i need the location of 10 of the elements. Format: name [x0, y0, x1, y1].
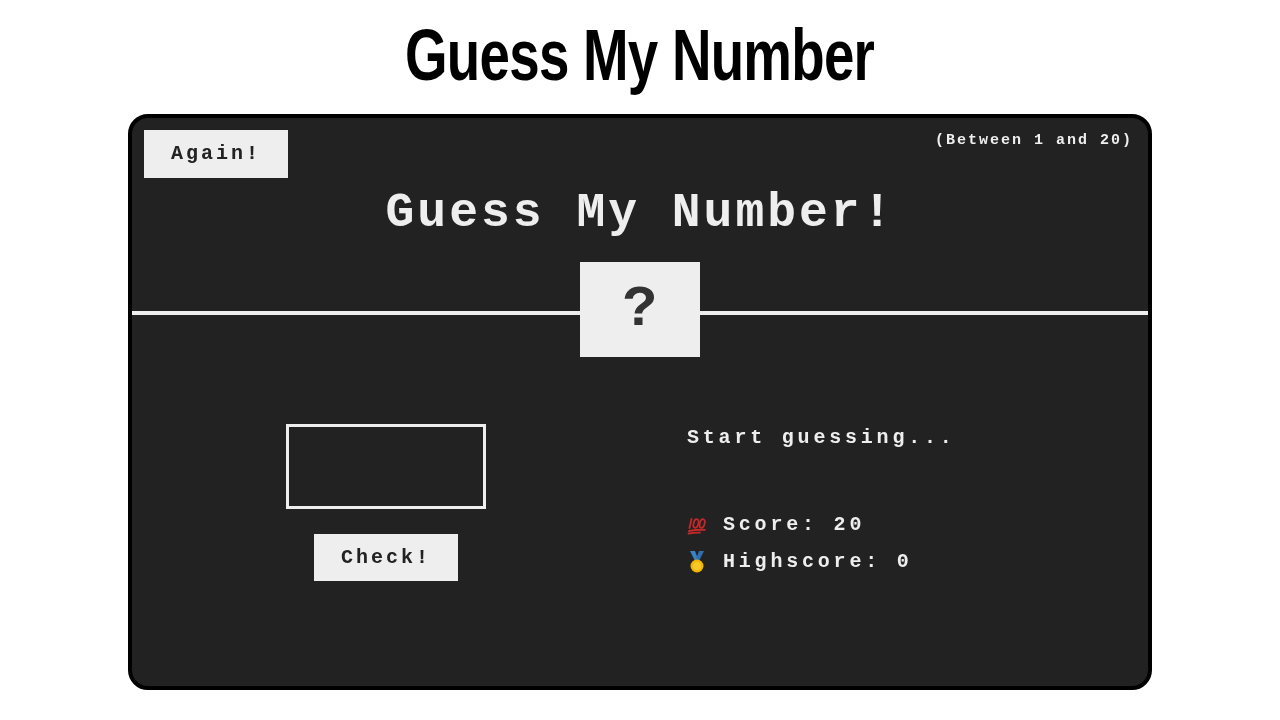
game-heading: Guess My Number!	[384, 189, 896, 237]
status-message: Start guessing...	[687, 426, 957, 450]
score-label: Score: 20	[723, 513, 866, 537]
guess-input[interactable]	[286, 424, 486, 509]
check-button[interactable]: Check!	[314, 534, 458, 581]
again-button[interactable]: Again!	[144, 130, 288, 178]
highscore-label: Highscore: 0	[723, 550, 913, 574]
secret-number: ?	[580, 262, 700, 357]
range-hint: (Between 1 and 20)	[934, 133, 1133, 148]
medal-icon	[687, 550, 707, 574]
